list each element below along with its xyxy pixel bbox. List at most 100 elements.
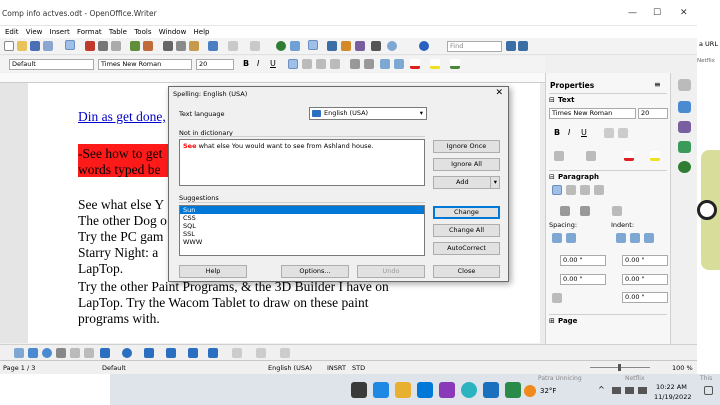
- app-icon-4[interactable]: [417, 382, 433, 398]
- font-color-icon[interactable]: [410, 59, 420, 69]
- suggestion-item[interactable]: SSL: [180, 230, 424, 238]
- print-icon[interactable]: [98, 41, 108, 51]
- properties-tab-icon[interactable]: [678, 101, 691, 113]
- callout-icon[interactable]: [84, 348, 94, 358]
- menu-edit[interactable]: Edit: [5, 26, 19, 38]
- email-icon[interactable]: [43, 41, 53, 51]
- close-button[interactable]: Close: [433, 265, 500, 278]
- sidebar-align-center-icon[interactable]: [566, 185, 576, 195]
- stars-icon[interactable]: [208, 348, 218, 358]
- rectangle-icon[interactable]: [28, 348, 38, 358]
- flowchart-icon[interactable]: [166, 348, 176, 358]
- points-icon[interactable]: [232, 348, 242, 358]
- increase-spacing-icon[interactable]: [552, 233, 562, 243]
- decrease-spacing-icon[interactable]: [566, 233, 576, 243]
- styles-tab-icon[interactable]: [678, 121, 691, 133]
- background-color-icon[interactable]: [450, 59, 460, 69]
- font-size-select[interactable]: 20: [196, 59, 234, 70]
- spellcheck-icon[interactable]: [130, 41, 140, 51]
- paragraph-background-icon[interactable]: [612, 206, 622, 216]
- close-window-button[interactable]: ✕: [680, 8, 688, 18]
- doc-line-11[interactable]: programs with.: [78, 311, 160, 327]
- numbering-icon[interactable]: [350, 59, 360, 69]
- ignore-all-button[interactable]: Ignore All: [433, 158, 500, 171]
- italic-button[interactable]: I: [257, 59, 259, 68]
- zoom-slider-thumb[interactable]: [618, 364, 621, 371]
- open-folder-icon[interactable]: [17, 41, 27, 51]
- datasource-icon[interactable]: [355, 41, 365, 51]
- copy-icon[interactable]: [176, 41, 186, 51]
- sidebar-menu-icon[interactable]: ≡: [654, 80, 661, 89]
- decrease-indent-icon[interactable]: [380, 59, 390, 69]
- underline-button[interactable]: U: [270, 59, 276, 68]
- autocorrect-button[interactable]: AutoCorrect: [433, 242, 500, 255]
- find-next-icon[interactable]: [506, 41, 516, 51]
- doc-line-8[interactable]: LapTop.: [78, 261, 123, 277]
- zoom-level[interactable]: 100 %: [672, 364, 693, 372]
- doc-line-6[interactable]: Try the PC gam: [78, 229, 163, 245]
- sidebar-font-size[interactable]: 20: [638, 108, 668, 119]
- weather-icon[interactable]: [524, 385, 536, 397]
- page-section-header[interactable]: Page: [558, 317, 577, 325]
- app-icon-2[interactable]: [373, 382, 389, 398]
- menu-table[interactable]: Table: [109, 26, 127, 38]
- doc-line-1[interactable]: Din as get done,: [78, 109, 166, 125]
- navigator-tab-icon[interactable]: [678, 161, 691, 173]
- ellipse-icon[interactable]: [42, 348, 52, 358]
- sidebar-increase-indent-icon[interactable]: [616, 233, 626, 243]
- suggestion-item[interactable]: Sun: [180, 206, 424, 214]
- sidebar-align-left-icon[interactable]: [552, 185, 562, 195]
- formatting-marks-icon[interactable]: [371, 41, 381, 51]
- language-indicator[interactable]: English (USA): [268, 364, 312, 372]
- sidebar-italic-button[interactable]: I: [568, 128, 570, 137]
- sidebar-align-right-icon[interactable]: [580, 185, 590, 195]
- app-icon-6[interactable]: [461, 382, 477, 398]
- increase-indent-icon[interactable]: [394, 59, 404, 69]
- text-language-select[interactable]: English (USA) ▾: [309, 107, 427, 120]
- print-preview-icon[interactable]: [111, 41, 121, 51]
- basic-shapes-icon[interactable]: [100, 348, 110, 358]
- textbox-icon[interactable]: [70, 348, 80, 358]
- app-icon-7[interactable]: [483, 382, 499, 398]
- indent-before-field[interactable]: 0.00 ": [622, 255, 668, 266]
- block-arrows-icon[interactable]: [144, 348, 154, 358]
- sidebar-bold-button[interactable]: B: [554, 128, 560, 137]
- indent-after-field[interactable]: 0.00 ": [622, 274, 668, 285]
- bold-button[interactable]: B: [243, 59, 249, 68]
- extrusion-icon[interactable]: [280, 348, 290, 358]
- zoom-icon[interactable]: [387, 41, 397, 51]
- cut-icon[interactable]: [163, 41, 173, 51]
- paragraph-style-select[interactable]: Default: [9, 59, 94, 70]
- app-icon-5[interactable]: [439, 382, 455, 398]
- app-icon-8[interactable]: [505, 382, 521, 398]
- menu-tools[interactable]: Tools: [134, 26, 151, 38]
- fontwork-icon[interactable]: [256, 348, 266, 358]
- save-icon[interactable]: [30, 41, 40, 51]
- gallery-tab-icon[interactable]: [678, 141, 691, 153]
- sidebar-highlight-icon[interactable]: [650, 151, 660, 161]
- grow-font-icon[interactable]: [554, 151, 564, 161]
- spacing-below-field[interactable]: 0.00 ": [560, 274, 606, 285]
- line-icon[interactable]: [14, 348, 24, 358]
- freeform-icon[interactable]: [56, 348, 66, 358]
- help-button[interactable]: Help: [179, 265, 247, 278]
- menu-view[interactable]: View: [26, 26, 43, 38]
- sidebar-font-color-icon[interactable]: [624, 151, 634, 161]
- sidebar-menu-button[interactable]: [678, 79, 691, 91]
- horizontal-ruler[interactable]: [0, 73, 545, 83]
- align-center-icon[interactable]: [302, 59, 312, 69]
- page-indicator[interactable]: Page 1 / 3: [3, 364, 35, 372]
- align-left-icon[interactable]: [288, 59, 298, 69]
- navigator-icon[interactable]: [327, 41, 337, 51]
- paste-icon[interactable]: [189, 41, 199, 51]
- undo-button[interactable]: Undo: [357, 265, 425, 278]
- page-style-indicator[interactable]: Default: [102, 364, 126, 372]
- text-section-header[interactable]: Text: [558, 96, 574, 104]
- app-icon-3[interactable]: [395, 382, 411, 398]
- sidebar-bullets-icon[interactable]: [560, 206, 570, 216]
- find-input[interactable]: Find: [447, 41, 502, 52]
- symbol-shapes-icon[interactable]: [122, 348, 132, 358]
- menu-window[interactable]: Window: [159, 26, 187, 38]
- help-icon[interactable]: [419, 41, 429, 51]
- export-pdf-icon[interactable]: [85, 41, 95, 51]
